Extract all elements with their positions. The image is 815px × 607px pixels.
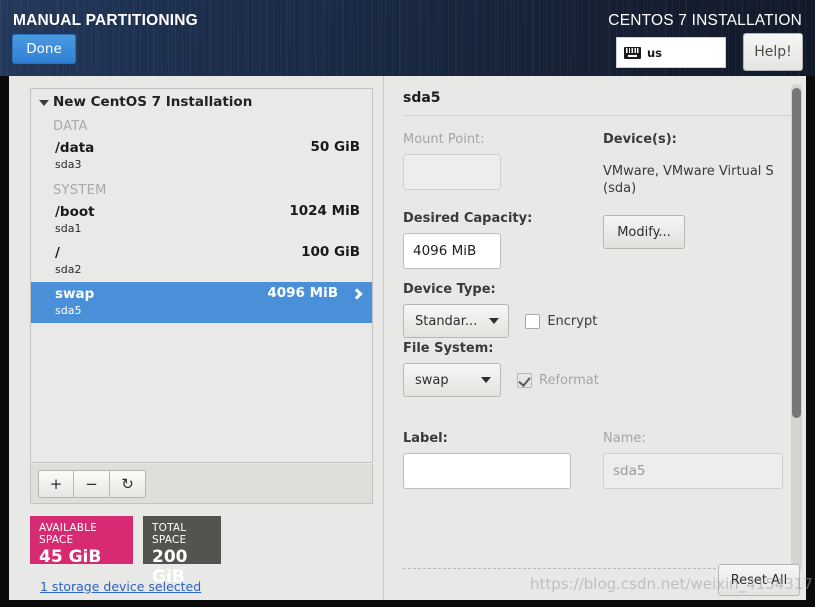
devices-label: Device(s):: [603, 132, 677, 147]
refresh-partitions-button[interactable]: ↻: [110, 469, 146, 498]
partition-list[interactable]: New CentOS 7 Installation DATA /data sda…: [30, 88, 373, 463]
device-type-value: Standar...: [415, 313, 478, 329]
chevron-down-icon[interactable]: [39, 100, 49, 106]
help-button[interactable]: Help!: [743, 33, 803, 71]
mount-point-input[interactable]: [403, 154, 501, 190]
product-title: CENTOS 7 INSTALLATION: [608, 12, 802, 29]
available-space-caption: AVAILABLE SPACE: [39, 522, 98, 546]
partition-panel: New CentOS 7 Installation DATA /data sda…: [9, 76, 383, 600]
encrypt-checkbox-row[interactable]: Encrypt: [525, 313, 598, 329]
chevron-down-icon: [489, 318, 500, 324]
keyboard-layout-indicator[interactable]: us: [616, 37, 726, 68]
storage-summary: AVAILABLE SPACE 45 GiB TOTAL SPACE 200 G…: [30, 516, 221, 587]
window-header: MANUAL PARTITIONING CENTOS 7 INSTALLATIO…: [0, 0, 815, 76]
plus-icon: +: [49, 474, 63, 493]
keyboard-layout-label: us: [647, 45, 663, 60]
partition-tree-root[interactable]: New CentOS 7 Installation: [31, 89, 372, 113]
encrypt-label: Encrypt: [547, 313, 598, 329]
details-scrollbar-thumb[interactable]: [792, 88, 801, 418]
device-type-select[interactable]: Standar...: [403, 304, 510, 338]
selected-device-title: sda5: [403, 90, 441, 106]
name-field-group: Name:: [603, 431, 783, 489]
manual-partitioning-window: MANUAL PARTITIONING CENTOS 7 INSTALLATIO…: [0, 0, 815, 607]
partition-size: 1024 MiB: [289, 203, 360, 219]
desired-capacity-label: Desired Capacity:: [403, 211, 533, 226]
total-space-caption: TOTAL SPACE: [152, 522, 187, 546]
reformat-label: Reformat: [539, 372, 599, 388]
partition-tree-root-label: New CentOS 7 Installation: [53, 94, 253, 110]
modify-devices-button[interactable]: Modify...: [603, 215, 685, 249]
table-row[interactable]: / sda2 100 GiB: [31, 241, 372, 282]
devices-group: Device(s): VMware, VMware Virtual S (sda…: [603, 132, 788, 249]
label-field-input[interactable]: [403, 453, 571, 489]
table-row-selected[interactable]: swap sda5 4096 MiB: [31, 282, 372, 323]
partition-size: 100 GiB: [301, 244, 360, 260]
label-field-label: Label:: [403, 431, 448, 446]
table-row[interactable]: /boot sda1 1024 MiB: [31, 200, 372, 241]
name-field-input[interactable]: [603, 453, 783, 489]
reset-all-label: Reset All: [730, 572, 788, 588]
name-field-label: Name:: [603, 431, 646, 446]
file-system-label: File System:: [403, 341, 494, 356]
reformat-checkbox[interactable]: [517, 372, 532, 388]
device-type-label: Device Type:: [403, 282, 496, 297]
partition-device-name: sda3: [55, 158, 82, 171]
devices-value: VMware, VMware Virtual S (sda): [603, 164, 774, 196]
reformat-checkbox-row[interactable]: Reformat: [517, 372, 599, 388]
table-row[interactable]: /data sda3 50 GiB: [31, 136, 372, 177]
minus-icon: −: [85, 474, 98, 493]
mount-point-group: Mount Point:: [403, 132, 501, 190]
partition-size: 4096 MiB: [267, 285, 338, 301]
done-button[interactable]: Done: [12, 34, 76, 64]
title-separator: [403, 115, 791, 116]
mount-point-label: Mount Point:: [403, 132, 485, 147]
done-button-label: Done: [26, 41, 62, 57]
partition-device-name: sda5: [55, 304, 82, 317]
partition-device-name: sda2: [55, 263, 82, 276]
file-system-group: File System: swap Reformat: [403, 341, 599, 397]
device-type-group: Device Type: Standar... Encrypt: [403, 282, 597, 338]
available-space-box: AVAILABLE SPACE 45 GiB: [30, 516, 133, 567]
add-partition-button[interactable]: +: [38, 469, 74, 498]
encrypt-checkbox[interactable]: [525, 313, 541, 329]
details-scrollbar[interactable]: [791, 84, 802, 572]
partition-details-panel: sda5 Mount Point: Desired Capacity: Devi…: [384, 76, 806, 600]
partition-group-label-system: SYSTEM: [53, 183, 107, 198]
partition-size: 50 GiB: [310, 139, 361, 155]
keyboard-icon: [624, 46, 641, 59]
file-system-select[interactable]: swap: [403, 363, 501, 397]
partition-group-label-data: DATA: [53, 119, 88, 134]
file-system-value: swap: [415, 372, 449, 388]
desired-capacity-input[interactable]: [403, 233, 501, 269]
content-area: New CentOS 7 Installation DATA /data sda…: [9, 76, 806, 600]
remove-partition-button[interactable]: −: [74, 469, 110, 498]
modify-button-label: Modify...: [617, 224, 671, 240]
desired-capacity-group: Desired Capacity:: [403, 211, 532, 269]
available-space-value: 45 GiB: [39, 547, 102, 567]
partition-device-name: sda1: [55, 222, 82, 235]
chevron-down-icon: [481, 377, 491, 383]
storage-device-link[interactable]: 1 storage device selected: [40, 579, 201, 594]
partition-toolbar: + − ↻: [30, 464, 373, 504]
reset-all-button[interactable]: Reset All: [718, 564, 800, 596]
total-space-box: TOTAL SPACE 200 GiB: [143, 516, 221, 587]
refresh-icon: ↻: [121, 474, 134, 493]
page-title: MANUAL PARTITIONING: [13, 12, 198, 29]
label-field-group: Label:: [403, 431, 571, 489]
help-button-label: Help!: [754, 44, 792, 60]
